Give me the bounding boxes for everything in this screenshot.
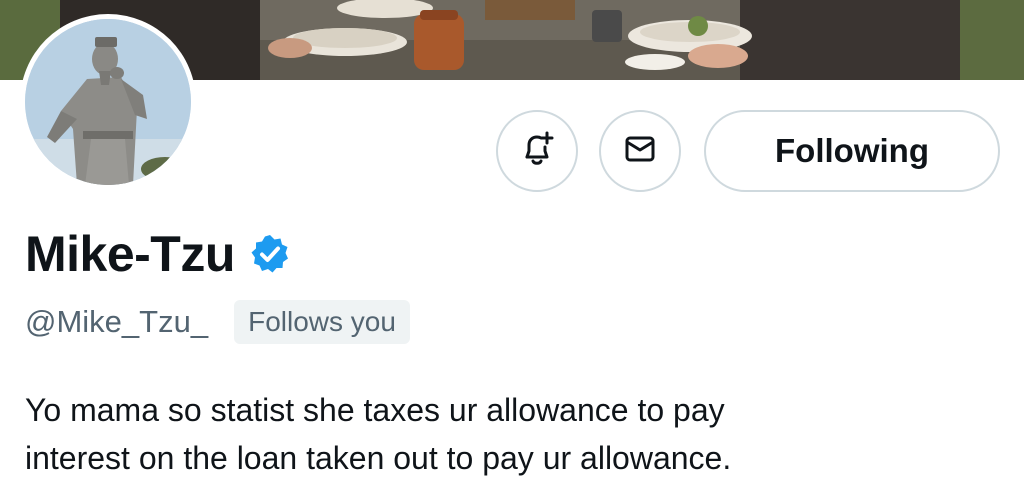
message-button[interactable]: [599, 110, 681, 192]
bio-line: Yo mama so statist she taxes ur allowanc…: [25, 392, 725, 428]
notify-button[interactable]: [496, 110, 578, 192]
display-name: Mike-Tzu: [25, 226, 235, 282]
follows-you-badge: Follows you: [234, 300, 410, 344]
display-name-row: Mike-Tzu: [25, 224, 291, 284]
verified-badge-icon[interactable]: [249, 233, 291, 275]
following-label: Following: [775, 132, 929, 169]
profile-bio: Yo mama so statist she taxes ur allowanc…: [25, 386, 985, 482]
profile-page: Following Mike-Tzu @Mike_Tzu_ Follows yo…: [0, 0, 1024, 497]
avatar[interactable]: [20, 14, 196, 190]
envelope-icon: [621, 130, 659, 173]
avatar-image: [25, 19, 191, 185]
bell-plus-icon: [517, 129, 557, 174]
handle-row: @Mike_Tzu_ Follows you: [25, 300, 410, 344]
bio-line: interest on the loan taken out to pay ur…: [25, 440, 732, 476]
following-button[interactable]: Following: [704, 110, 1000, 192]
user-handle: @Mike_Tzu_: [25, 304, 209, 339]
